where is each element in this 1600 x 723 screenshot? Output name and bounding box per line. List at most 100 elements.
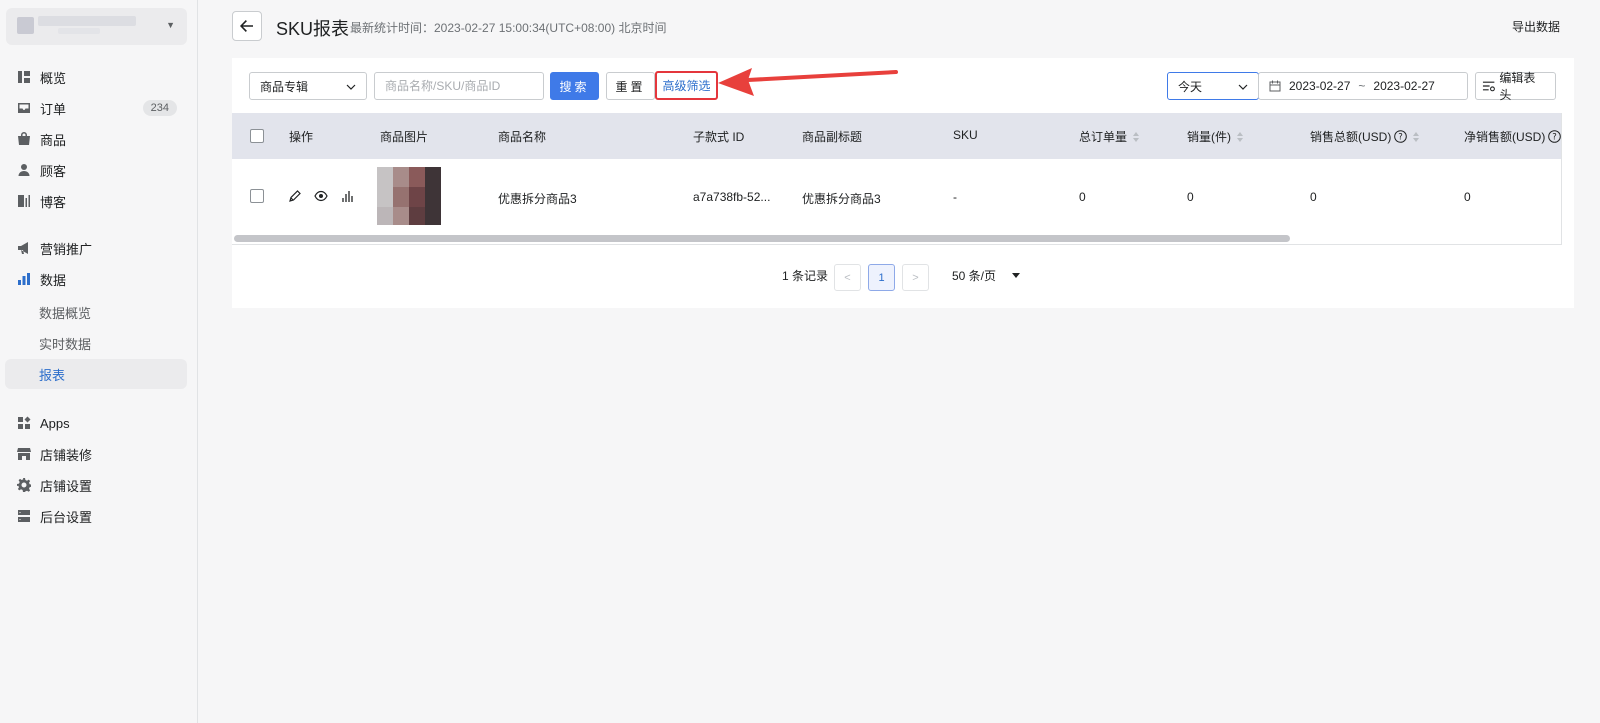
- sidebar-subitem-label: 数据概览: [39, 305, 92, 321]
- col-header-image: 商品图片: [380, 130, 429, 144]
- chevron-down-icon: ▼: [166, 20, 175, 30]
- cell-quantity: 0: [1187, 190, 1194, 204]
- advanced-filter-button[interactable]: 高级筛选: [655, 71, 718, 100]
- col-header-total-orders[interactable]: 总订单量: [1079, 128, 1140, 145]
- col-header-variant-id: 子款式 ID: [693, 130, 745, 144]
- store-switcher[interactable]: ▼: [6, 8, 187, 45]
- sidebar-item-overview[interactable]: 概览: [5, 62, 187, 92]
- sidebar-subitem-data-overview[interactable]: 数据概览: [5, 297, 187, 327]
- sidebar-item-products[interactable]: 商品: [5, 124, 187, 154]
- store-logo: [17, 17, 34, 34]
- page-number-button[interactable]: 1: [868, 264, 895, 291]
- date-separator: ~: [1358, 79, 1366, 93]
- last-updated-time: 最新统计时间：2023-02-27 15:00:34(UTC+08:00) 北京…: [350, 21, 667, 35]
- col-header-label: 净销售额(USD): [1464, 130, 1546, 144]
- sidebar-item-customers[interactable]: 顾客: [5, 155, 187, 185]
- sidebar-subitem-realtime[interactable]: 实时数据: [5, 328, 187, 358]
- annotation-arrow: [718, 68, 898, 96]
- col-header-actions: 操作: [289, 130, 314, 144]
- inbox-icon: [17, 101, 31, 115]
- horizontal-scrollbar[interactable]: [234, 235, 1290, 242]
- prev-page-button[interactable]: <: [834, 264, 861, 291]
- sidebar-item-apps[interactable]: Apps: [5, 408, 187, 438]
- caret-down-icon: [1012, 273, 1021, 278]
- product-thumbnail: [377, 167, 441, 225]
- next-page-button[interactable]: >: [902, 264, 929, 291]
- edit-columns-button[interactable]: 编辑表头: [1475, 71, 1556, 102]
- sort-icon: [1237, 131, 1243, 142]
- col-header-net-sales[interactable]: 净销售额(USD) ?: [1464, 128, 1561, 145]
- svg-text:?: ?: [1399, 133, 1404, 143]
- server-icon: [17, 509, 31, 523]
- cell-sku: -: [953, 190, 957, 204]
- help-icon[interactable]: ?: [1548, 130, 1561, 143]
- overview-icon: [17, 70, 31, 84]
- cell-subtitle: 优惠拆分商品3: [802, 192, 881, 206]
- edit-columns-label: 编辑表头: [1499, 71, 1536, 102]
- sidebar-item-label: 博客: [40, 194, 67, 210]
- arrow-left-icon: [240, 20, 253, 32]
- cell-gross-sales: 0: [1310, 190, 1317, 204]
- sidebar-subitem-label: 报表: [39, 367, 66, 383]
- svg-text:?: ?: [1553, 133, 1558, 143]
- edit-pencil-icon[interactable]: [288, 189, 302, 203]
- store-name-redacted: [38, 16, 136, 26]
- sort-icon: [1133, 131, 1140, 142]
- megaphone-icon: [17, 241, 31, 255]
- sidebar-item-store-settings[interactable]: 店铺设置: [5, 470, 187, 500]
- page-size-value: 50 条/页: [952, 269, 997, 283]
- export-data-button[interactable]: 导出数据: [1512, 18, 1560, 35]
- table-row: 优惠拆分商品3 a7a738fb-52... 优惠拆分商品3 - 0 0 0 0: [232, 159, 1561, 235]
- chevron-down-icon: [1238, 81, 1248, 91]
- sidebar-item-label: 后台设置: [40, 509, 93, 525]
- col-header-label: 销量(件): [1187, 130, 1231, 144]
- apps-icon: [17, 416, 31, 430]
- back-button[interactable]: [232, 11, 262, 41]
- sidebar-item-data[interactable]: 数据: [5, 264, 187, 294]
- search-button[interactable]: 搜索: [550, 72, 599, 100]
- report-card: 商品专辑 搜索 重置 高级筛选 今天 2023-02-27 ~ 2023-02-…: [232, 58, 1574, 308]
- col-header-name: 商品名称: [498, 130, 547, 144]
- sidebar-item-label: 店铺设置: [40, 478, 93, 494]
- sidebar-subitem-reports[interactable]: 报表: [5, 359, 187, 389]
- date-start: 2023-02-27: [1289, 79, 1351, 93]
- cell-net-sales: 0: [1464, 190, 1471, 204]
- sidebar-item-orders[interactable]: 订单 234: [5, 93, 187, 123]
- select-all-checkbox[interactable]: [250, 129, 264, 143]
- col-header-quantity[interactable]: 销量(件): [1187, 128, 1243, 145]
- col-header-label: 销售总额(USD): [1310, 130, 1392, 144]
- analytics-bars-icon[interactable]: [341, 189, 355, 203]
- search-input[interactable]: [374, 72, 544, 100]
- col-header-label: 总订单量: [1079, 130, 1128, 144]
- sidebar-item-label: 营销推广: [40, 241, 93, 257]
- bag-icon: [17, 132, 31, 146]
- store-icon: [17, 447, 31, 461]
- page-size-select[interactable]: 50 条/页: [952, 267, 1021, 284]
- col-header-sku: SKU: [953, 128, 978, 142]
- sidebar-item-blog[interactable]: 博客: [5, 186, 187, 216]
- cell-variant-id: a7a738fb-52...: [693, 190, 771, 204]
- date-range-picker[interactable]: 2023-02-27 ~ 2023-02-27: [1258, 72, 1468, 100]
- sku-report-table: 操作 商品图片 商品名称 子款式 ID 商品副标题 SKU 总订单量 销量(件)…: [232, 113, 1562, 245]
- sidebar-item-admin-settings[interactable]: 后台设置: [5, 501, 187, 531]
- chevron-left-icon: <: [844, 271, 851, 284]
- sidebar-item-label: 订单: [40, 101, 67, 117]
- sidebar-subitem-label: 实时数据: [39, 336, 92, 352]
- help-icon[interactable]: ?: [1394, 130, 1408, 143]
- sidebar-item-theme[interactable]: 店铺装修: [5, 439, 187, 469]
- blog-icon: [17, 194, 31, 208]
- pagination-total: 1 条记录: [782, 269, 829, 283]
- orders-count-badge: 234: [142, 100, 177, 116]
- sidebar-item-marketing[interactable]: 营销推广: [5, 233, 187, 263]
- date-end: 2023-02-27: [1373, 79, 1435, 93]
- sidebar-item-label: 顾客: [40, 163, 67, 179]
- row-checkbox[interactable]: [250, 189, 264, 203]
- cell-product-name: 优惠拆分商品3: [498, 192, 577, 206]
- date-preset-select[interactable]: 今天: [1167, 72, 1259, 100]
- view-eye-icon[interactable]: [314, 189, 328, 203]
- sidebar-item-label: 商品: [40, 132, 67, 148]
- col-header-gross-sales[interactable]: 销售总额(USD) ?: [1310, 128, 1420, 145]
- table-header: 操作 商品图片 商品名称 子款式 ID 商品副标题 SKU 总订单量 销量(件)…: [232, 113, 1561, 159]
- reset-button[interactable]: 重置: [606, 72, 655, 100]
- collection-select[interactable]: 商品专辑: [249, 72, 367, 100]
